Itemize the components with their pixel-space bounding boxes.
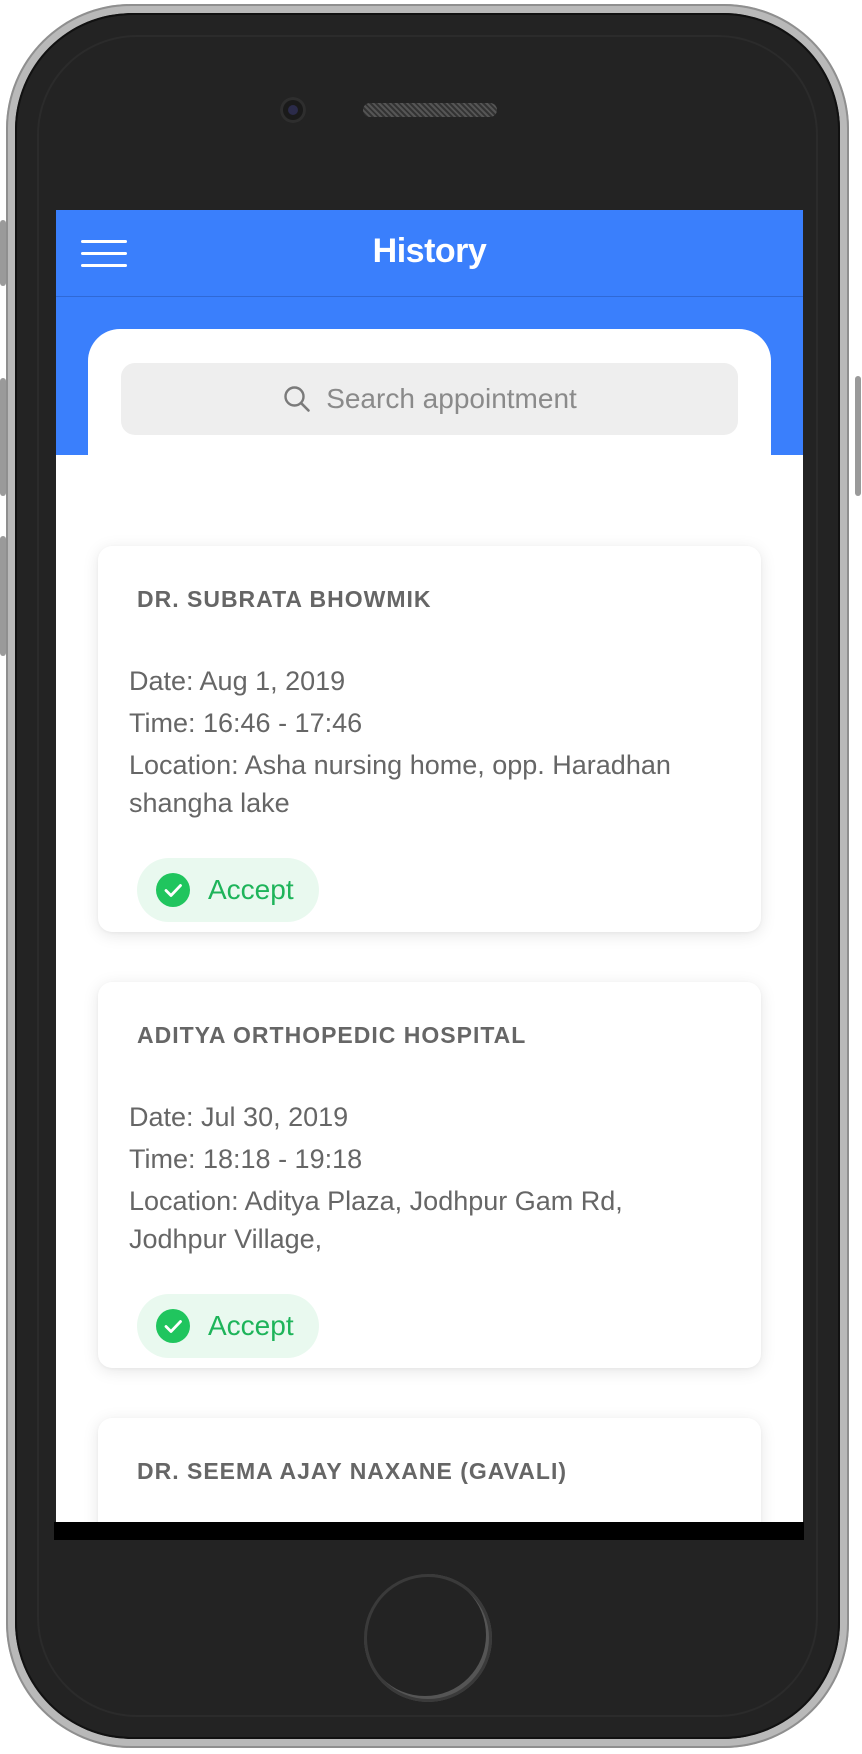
search-icon	[284, 386, 310, 412]
appointment-date: Date: Aug 1, 2019	[129, 666, 346, 696]
search-input[interactable]: Search appointment	[121, 363, 738, 435]
page-title: History	[372, 232, 487, 270]
appointment-time: Time: 18:18 - 19:18	[129, 1144, 363, 1174]
appointment-name: ADITYA ORTHOPEDIC HOSPITAL	[137, 1022, 527, 1048]
appointment-location: Location: Asha nursing home, opp. Haradh…	[129, 750, 671, 780]
search-card: Search appointment	[88, 329, 771, 529]
accept-label: Accept	[208, 874, 294, 905]
appointment-name: DR. SUBRATA BHOWMIK	[137, 586, 432, 612]
accept-label: Accept	[208, 1310, 294, 1341]
accept-status-button[interactable]: Accept	[137, 858, 319, 922]
appointment-date: Date: Jul 30, 2019	[129, 1102, 349, 1132]
appointment-card[interactable]: DR. SEEMA AJAY NAXANE (GAVALI)	[98, 1418, 761, 1522]
phone-volume-up-button	[0, 378, 6, 496]
appointment-card[interactable]: ADITYA ORTHOPEDIC HOSPITAL Date: Jul 30,…	[98, 982, 761, 1368]
appointment-location: Location: Aditya Plaza, Jodhpur Gam Rd,	[129, 1186, 623, 1216]
appointment-card[interactable]: DR. SUBRATA BHOWMIK Date: Aug 1, 2019 Ti…	[98, 546, 761, 932]
phone-side-button	[0, 220, 6, 286]
home-button[interactable]	[364, 1574, 492, 1702]
app-header: History	[56, 210, 803, 297]
check-circle-icon	[156, 1309, 190, 1343]
phone-volume-down-button	[0, 536, 6, 656]
appointment-location-cont: Jodhpur Village,	[129, 1224, 323, 1254]
appointment-name: DR. SEEMA AJAY NAXANE (GAVALI)	[137, 1458, 567, 1484]
appointment-time: Time: 16:46 - 17:46	[129, 708, 363, 738]
front-camera	[280, 97, 306, 123]
app-screen: History Search appointment DR. SUBRATA B…	[56, 210, 803, 1522]
appointment-location-cont: shangha lake	[129, 788, 290, 818]
earpiece-speaker	[363, 103, 497, 117]
check-circle-icon	[156, 873, 190, 907]
accept-status-button[interactable]: Accept	[137, 1294, 319, 1358]
search-placeholder: Search appointment	[326, 383, 577, 414]
phone-power-button	[855, 376, 861, 496]
screen-bottom-edge	[54, 1522, 804, 1540]
